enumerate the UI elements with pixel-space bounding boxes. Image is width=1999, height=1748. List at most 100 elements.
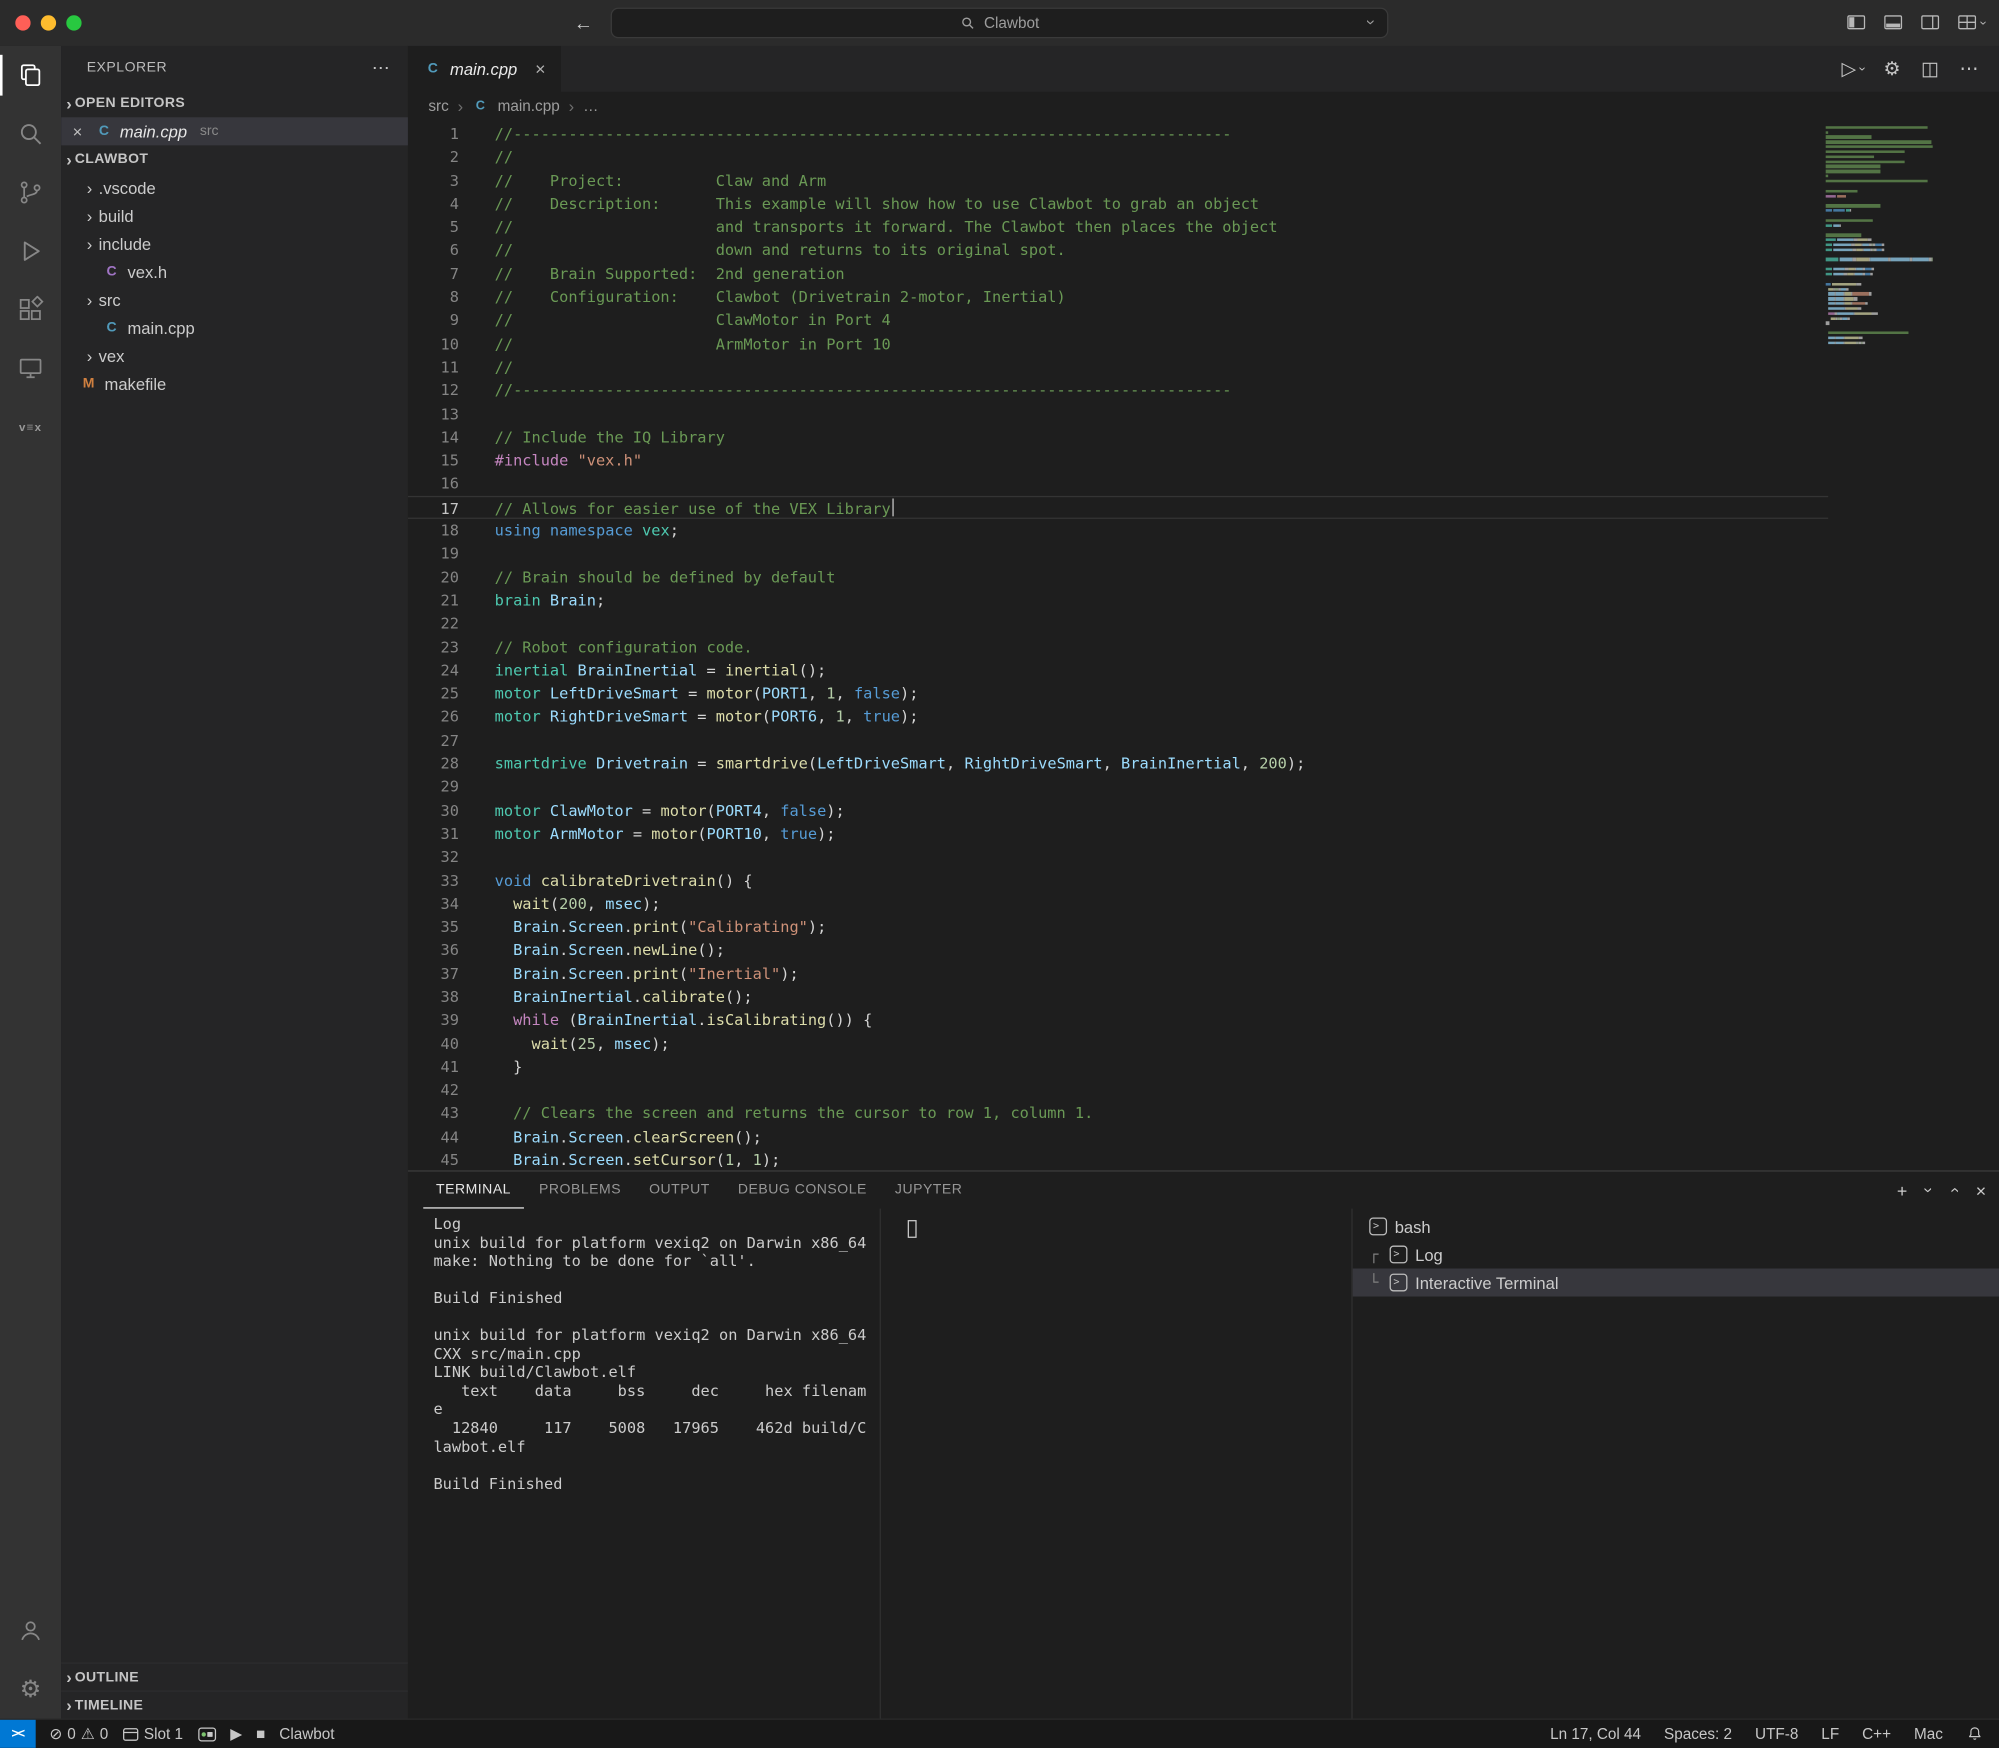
toggle-secondary-sidebar-icon[interactable] <box>1920 13 1940 33</box>
code-line-24[interactable]: 24 inertial BrainInertial = inertial(); <box>408 659 1828 682</box>
code-line-6[interactable]: 6 // down and returns to its original spo… <box>408 239 1828 262</box>
code-line-37[interactable]: 37 Brain.Screen.print("Inertial"); <box>408 962 1828 985</box>
activity-vex[interactable]: v≡x <box>0 398 61 457</box>
notifications-bell-icon[interactable] <box>1966 1725 1984 1743</box>
back-icon[interactable]: ← <box>574 12 593 34</box>
code-line-35[interactable]: 35 Brain.Screen.print("Calibrating"); <box>408 915 1828 938</box>
code-line-7[interactable]: 7 // Brain Supported: 2nd generation <box>408 262 1828 285</box>
code-line-8[interactable]: 8 // Configuration: Clawbot (Drivetrain 2… <box>408 286 1828 309</box>
status-item[interactable]: LF <box>1821 1725 1839 1743</box>
panel-tab-problems[interactable]: PROBLEMS <box>526 1172 634 1209</box>
split-editor-icon[interactable]: ◫ <box>1921 57 1939 81</box>
stop-program-button[interactable]: ■ <box>256 1726 265 1741</box>
close-panel-icon[interactable]: × <box>1976 1180 1986 1200</box>
code-line-4[interactable]: 4 // Description: This example will show … <box>408 192 1828 215</box>
terminal-output-pane[interactable]: Log unix build for platform vexiq2 on Dar… <box>408 1209 880 1719</box>
code-line-41[interactable]: 41 } <box>408 1055 1828 1078</box>
breadcrumb-item-src[interactable]: src <box>428 97 448 115</box>
code-line-38[interactable]: 38 BrainInertial.calibrate(); <box>408 985 1828 1008</box>
code-line-18[interactable]: 18 using namespace vex; <box>408 519 1828 542</box>
tree-folder-include[interactable]: › include <box>61 229 408 257</box>
run-file-button[interactable]: ▷ › <box>1842 57 1869 81</box>
breadcrumb-item-symbol[interactable]: … <box>583 97 598 115</box>
tree-folder-build[interactable]: › build <box>61 201 408 229</box>
activity-run-debug[interactable] <box>0 222 61 281</box>
code-line-27[interactable]: 27 <box>408 729 1828 752</box>
activity-extensions[interactable] <box>0 280 61 339</box>
code-line-26[interactable]: 26 motor RightDriveSmart = motor(PORT6, 1… <box>408 706 1828 729</box>
code-line-1[interactable]: 1 //-------------------------------------… <box>408 122 1828 145</box>
new-terminal-icon[interactable]: + <box>1897 1180 1907 1200</box>
activity-settings[interactable]: ⚙ <box>0 1660 61 1719</box>
tree-file-vex.h[interactable]: Cvex.h <box>61 258 408 286</box>
code-line-21[interactable]: 21 brain Brain; <box>408 589 1828 612</box>
more-actions-icon[interactable]: ⋯ <box>372 57 390 79</box>
code-line-12[interactable]: 12 //------------------------------------… <box>408 379 1828 402</box>
activity-account[interactable] <box>0 1601 61 1660</box>
maximize-panel-icon[interactable]: › <box>1944 1187 1963 1193</box>
tree-folder-vex[interactable]: › vex <box>61 342 408 370</box>
code-editor[interactable]: 1 //-------------------------------------… <box>407 120 1999 1171</box>
close-icon[interactable]: × <box>73 122 88 141</box>
panel-tab-jupyter[interactable]: JUPYTER <box>882 1172 975 1209</box>
code-line-44[interactable]: 44 Brain.Screen.clearScreen(); <box>408 1125 1828 1148</box>
minimap[interactable] <box>1825 124 1933 345</box>
panel-tab-terminal[interactable]: TERMINAL <box>423 1172 524 1209</box>
customize-layout-icon[interactable]: › <box>1956 13 1989 33</box>
breadcrumb-item-file[interactable]: main.cpp <box>498 97 560 115</box>
code-line-40[interactable]: 40 wait(25, msec); <box>408 1032 1828 1055</box>
status-item[interactable]: Ln 17, Col 44 <box>1550 1725 1641 1743</box>
code-line-17[interactable]: 17 // Allows for easier use of the VEX Li… <box>407 495 1829 519</box>
more-actions-icon[interactable]: ⋯ <box>1959 57 1978 81</box>
tree-file-main.cpp[interactable]: Cmain.cpp <box>61 314 408 342</box>
minimize-window-button[interactable] <box>40 15 57 31</box>
code-line-13[interactable]: 13 <box>408 402 1828 425</box>
code-line-25[interactable]: 25 motor LeftDriveSmart = motor(PORT1, 1,… <box>408 682 1828 705</box>
project-status[interactable]: Clawbot <box>279 1725 334 1743</box>
tree-file-makefile[interactable]: Mmakefile <box>61 370 408 398</box>
interactive-terminal-pane[interactable] <box>879 1208 1352 1719</box>
code-line-15[interactable]: 15 #include "vex.h" <box>408 449 1828 472</box>
code-line-19[interactable]: 19 <box>408 542 1828 565</box>
code-line-22[interactable]: 22 <box>408 612 1828 635</box>
run-program-button[interactable]: ▶ <box>230 1726 242 1741</box>
brain-status[interactable] <box>197 1726 216 1743</box>
status-item[interactable]: UTF-8 <box>1755 1725 1798 1743</box>
remote-indicator[interactable]: >< <box>0 1719 36 1748</box>
code-line-10[interactable]: 10 // ArmMotor in Port 10 <box>408 332 1828 355</box>
code-line-3[interactable]: 3 // Project: Claw and Arm <box>408 169 1828 192</box>
code-line-14[interactable]: 14 // Include the IQ Library <box>408 426 1828 449</box>
terminal-list-item-interactive-terminal[interactable]: └ > Interactive Terminal <box>1352 1268 1999 1297</box>
chevron-down-icon[interactable]: › <box>1920 1187 1939 1193</box>
panel-tab-debug-console[interactable]: DEBUG CONSOLE <box>725 1172 879 1209</box>
terminal-list-item-bash[interactable]: > bash <box>1353 1212 1999 1240</box>
problems-status[interactable]: ⊘ 0 ⚠ 0 <box>49 1725 108 1743</box>
code-line-2[interactable]: 2 // <box>408 146 1828 169</box>
activity-search[interactable] <box>0 105 61 164</box>
command-center-search[interactable]: Clawbot › <box>610 7 1389 39</box>
panel-tab-output[interactable]: OUTPUT <box>636 1172 722 1209</box>
code-line-31[interactable]: 31 motor ArmMotor = motor(PORT10, true); <box>408 822 1828 845</box>
status-item[interactable]: Mac <box>1914 1725 1943 1743</box>
toggle-panel-icon[interactable] <box>1883 13 1903 33</box>
toggle-primary-sidebar-icon[interactable] <box>1846 13 1866 33</box>
code-line-39[interactable]: 39 while (BrainInertial.isCalibrating())… <box>408 1009 1828 1032</box>
code-line-11[interactable]: 11 // <box>408 356 1828 379</box>
sidebar-section-outline[interactable]: › OUTLINE <box>61 1662 408 1690</box>
code-line-45[interactable]: 45 Brain.Screen.setCursor(1, 1); <box>408 1149 1828 1171</box>
code-line-20[interactable]: 20 // Brain should be defined by default <box>408 566 1828 589</box>
tree-folder-.vscode[interactable]: › .vscode <box>61 173 408 201</box>
activity-remote-explorer[interactable] <box>0 339 61 398</box>
status-item[interactable]: C++ <box>1862 1725 1891 1743</box>
code-line-9[interactable]: 9 // ClawMotor in Port 4 <box>408 309 1828 332</box>
activity-source-control[interactable] <box>0 163 61 222</box>
gear-icon[interactable]: ⚙ <box>1883 57 1900 81</box>
code-line-28[interactable]: 28 smartdrive Drivetrain = smartdrive(Lef… <box>408 752 1828 775</box>
tree-folder-src[interactable]: › src <box>61 286 408 314</box>
terminal-list-item-log[interactable]: ┌ > Log <box>1353 1240 1999 1268</box>
slot-selector[interactable]: Slot 1 <box>122 1725 183 1743</box>
close-window-button[interactable] <box>15 15 31 31</box>
code-line-30[interactable]: 30 motor ClawMotor = motor(PORT4, false); <box>408 799 1828 822</box>
code-line-33[interactable]: 33 void calibrateDrivetrain() { <box>408 869 1828 892</box>
code-line-32[interactable]: 32 <box>408 845 1828 868</box>
